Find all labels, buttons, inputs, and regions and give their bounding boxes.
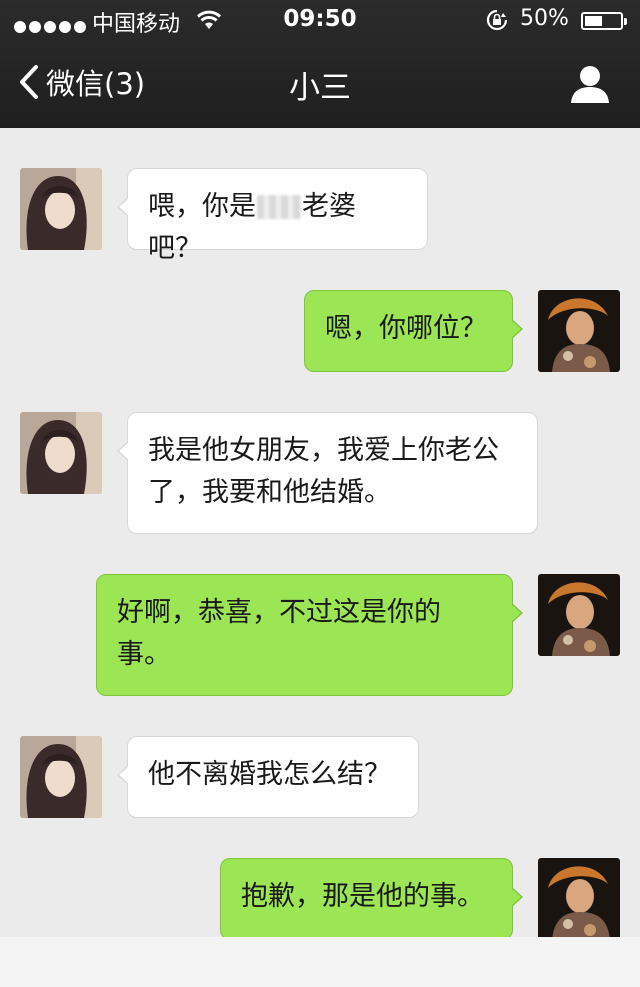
message-bubble-other: 我是他女朋友，我爱上你老公了，我要和他结婚。 (117, 412, 538, 534)
rotation-lock-icon (486, 9, 508, 31)
message-bubble-me: 嗯，你哪位？ (304, 290, 523, 372)
nav-bar: 微信(3) 小三 (0, 40, 640, 128)
avatar-other[interactable] (20, 412, 102, 494)
message-text: 嗯，你哪位？ (325, 313, 487, 344)
avatar-me[interactable] (538, 858, 620, 940)
chat-title: 小三 (289, 70, 351, 106)
battery-fill (585, 16, 602, 26)
avatar-other[interactable] (20, 736, 102, 818)
message-bubble-other: 他不离婚我怎么结？ (117, 736, 419, 818)
message-bubble-other: 喂，你是 老婆吧？ (117, 168, 428, 264)
avatar-me[interactable] (538, 290, 620, 372)
avatar-me[interactable] (538, 574, 620, 656)
message-text: 喂，你是 (148, 191, 256, 222)
person-icon[interactable] (568, 64, 612, 104)
message-bubble-me: 好啊，恭喜，不过这是你的事。 (96, 574, 523, 696)
message-bubble-me: 抱歉，那是他的事。 (220, 858, 523, 940)
message-text: 抱歉，那是他的事。 (241, 881, 484, 912)
battery-icon (581, 12, 627, 30)
battery-percent: 50% (520, 6, 569, 31)
message-text: 好啊，恭喜，不过这是你的事。 (117, 597, 441, 670)
avatar-other[interactable] (20, 168, 102, 250)
top-bar: 中国移动 09:50 50% 微信(3) 小三 (0, 0, 640, 128)
status-bar: 中国移动 09:50 50% (0, 0, 640, 40)
message-text: 我是他女朋友，我爱上你老公了，我要和他结婚。 (148, 435, 499, 508)
message-text: 他不离婚我怎么结？ (148, 759, 391, 790)
redacted-name (257, 195, 301, 219)
bottom-strip (0, 937, 640, 987)
